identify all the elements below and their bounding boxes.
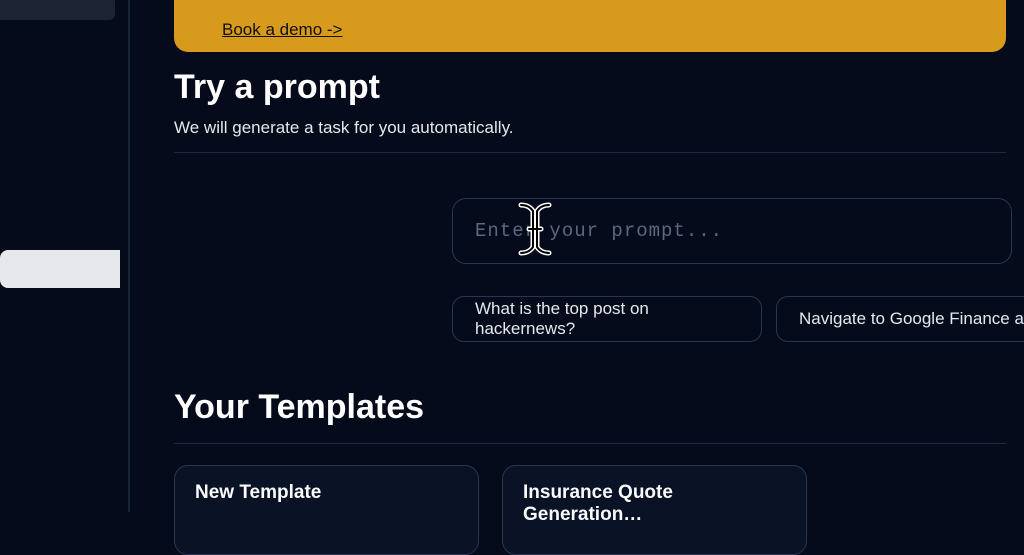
try-prompt-subtitle: We will generate a task for you automati… bbox=[174, 118, 514, 138]
template-card-title: Insurance Quote Generation… bbox=[523, 482, 786, 526]
book-demo-link[interactable]: Book a demo -> bbox=[222, 20, 966, 40]
try-prompt-heading: Try a prompt bbox=[174, 68, 380, 107]
chip-label: What is the top post on hackernews? bbox=[475, 299, 739, 339]
divider bbox=[174, 152, 1006, 153]
sidebar bbox=[0, 0, 130, 512]
suggestion-chip-google-finance[interactable]: Navigate to Google Finance a bbox=[776, 296, 1024, 342]
divider bbox=[174, 443, 1006, 444]
sidebar-active-item[interactable] bbox=[0, 250, 120, 288]
template-card-insurance[interactable]: Insurance Quote Generation… bbox=[502, 465, 807, 555]
prompt-input[interactable] bbox=[452, 198, 1012, 264]
your-templates-heading: Your Templates bbox=[174, 388, 424, 427]
sidebar-header-block bbox=[0, 0, 115, 20]
main-content: Book a demo -> Try a prompt We will gene… bbox=[132, 0, 1024, 512]
promo-banner: Book a demo -> bbox=[174, 0, 1006, 52]
suggestion-chip-hackernews[interactable]: What is the top post on hackernews? bbox=[452, 296, 762, 342]
chip-label: Navigate to Google Finance a bbox=[799, 309, 1024, 329]
template-card-new[interactable]: New Template bbox=[174, 465, 479, 555]
template-card-title: New Template bbox=[195, 482, 458, 504]
